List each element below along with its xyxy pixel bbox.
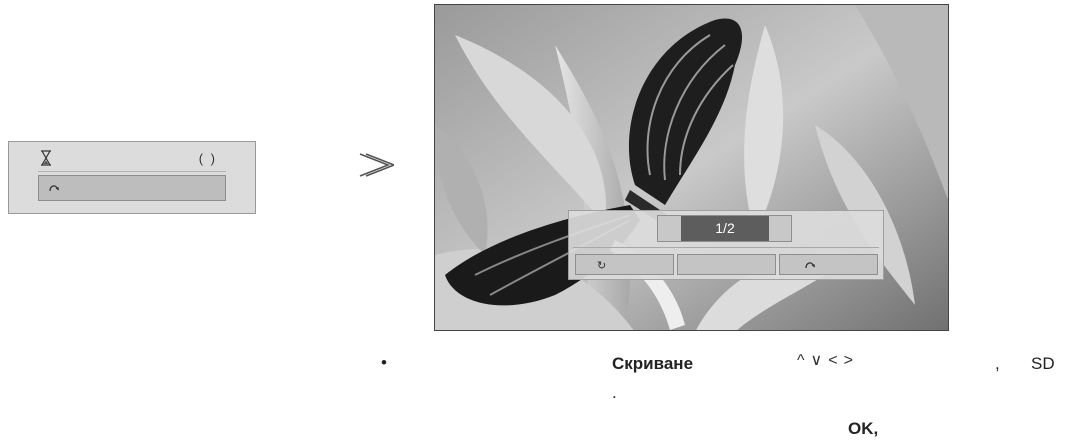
sd-text: SD — [1031, 354, 1055, 373]
hide-label: Скриване — [612, 354, 694, 373]
dot-text: . — [612, 383, 617, 402]
page-indicator: 1/2 — [657, 215, 792, 242]
comma-text: , — [995, 354, 1000, 373]
photo-viewer: 1/2 ↻ — [434, 4, 949, 331]
up-arrow-icon: ^ — [797, 352, 811, 369]
right-arrow-icon: > — [843, 352, 859, 369]
back-icon — [49, 185, 59, 192]
hide-button[interactable] — [677, 254, 776, 275]
hourglass-icon — [40, 150, 52, 166]
rotate-button[interactable]: ↻ — [575, 254, 674, 275]
back-button[interactable] — [38, 175, 226, 201]
ok-text: OK, — [848, 419, 879, 438]
rotate-icon: ↻ — [597, 260, 607, 272]
down-arrow-icon: ∨ — [810, 352, 829, 369]
butterfly-photo — [435, 5, 948, 330]
arrow-keys-text: ^∨<> — [797, 350, 859, 370]
back-button[interactable] — [779, 254, 878, 275]
page-indicator-text: 1/2 — [681, 216, 769, 241]
left-arrow-icon: < — [828, 352, 844, 369]
loading-panel: ( ) — [8, 141, 256, 214]
bullet: • — [381, 353, 387, 372]
back-icon — [805, 262, 815, 269]
status-text: ( ) — [198, 151, 217, 166]
divider — [38, 171, 226, 172]
viewer-control-panel: 1/2 ↻ — [568, 210, 884, 280]
divider — [573, 247, 879, 248]
double-chevron-right-icon — [359, 153, 394, 177]
